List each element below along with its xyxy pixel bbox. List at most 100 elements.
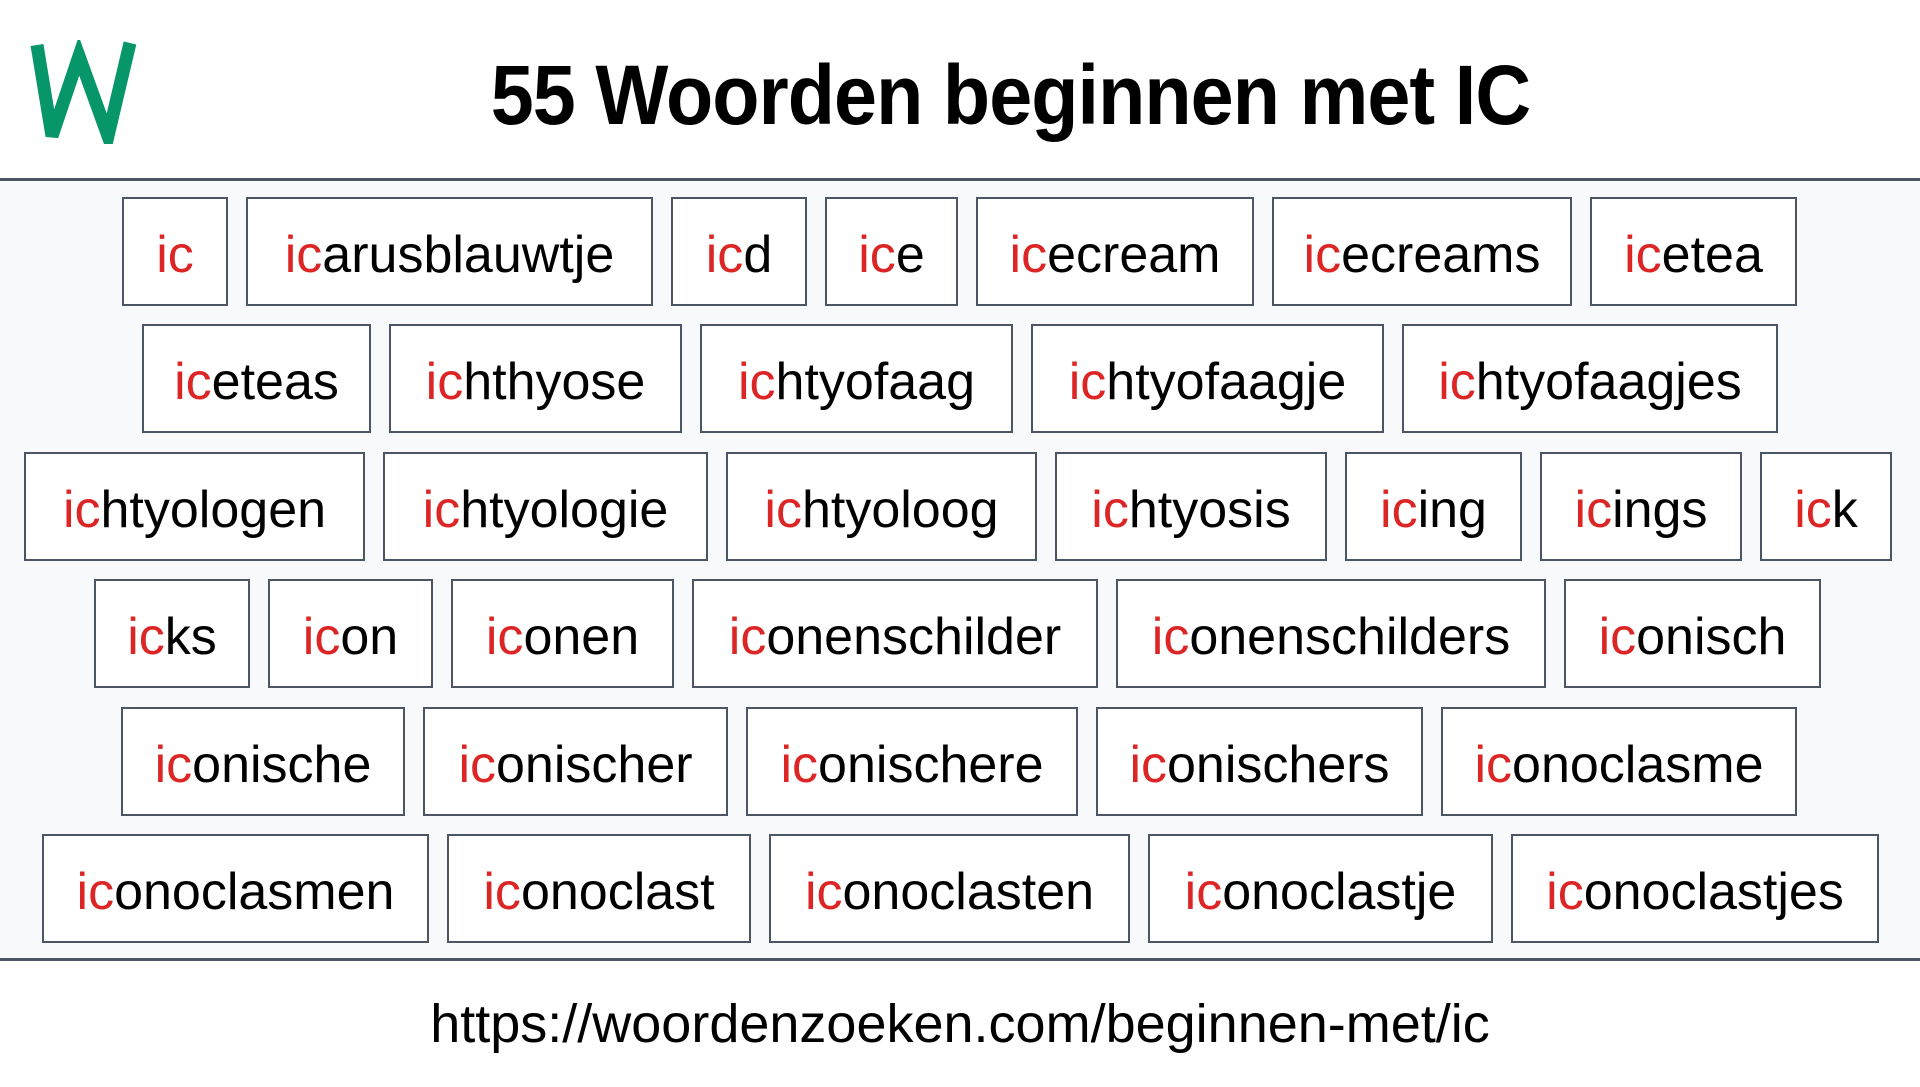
word-suffix: d bbox=[743, 225, 773, 284]
word-item[interactable]: ic d bbox=[671, 197, 807, 306]
word-suffix: onen bbox=[523, 607, 640, 666]
word-suffix: ecream bbox=[1047, 225, 1221, 284]
word-item[interactable]: ic eteas bbox=[142, 324, 371, 433]
word-item[interactable]: ic onische bbox=[121, 707, 405, 816]
word-suffix: hthyose bbox=[463, 352, 646, 411]
word-suffix: htyofaagjes bbox=[1475, 352, 1742, 411]
word-item[interactable]: ic e bbox=[825, 197, 958, 306]
word-prefix: ic bbox=[858, 225, 896, 284]
word-item[interactable]: ic htyoloog bbox=[726, 452, 1037, 561]
word-prefix: ic bbox=[127, 607, 165, 666]
word-item[interactable]: ic htyologie bbox=[383, 452, 708, 561]
word-item[interactable]: ic etea bbox=[1590, 197, 1797, 306]
word-item[interactable]: ic onisch bbox=[1564, 579, 1821, 688]
word-item[interactable]: ic htyofaagjes bbox=[1402, 324, 1778, 433]
word-suffix: onoclasme bbox=[1512, 735, 1764, 794]
word-prefix: ic bbox=[458, 735, 496, 794]
word-item[interactable]: ic hthyose bbox=[389, 324, 682, 433]
word-prefix: ic bbox=[728, 607, 767, 666]
word-prefix: ic bbox=[804, 862, 843, 921]
word-prefix: ic bbox=[154, 735, 193, 794]
word-prefix: ic bbox=[485, 607, 524, 666]
word-prefix: ic bbox=[483, 862, 521, 921]
word-item[interactable]: ic onoclasme bbox=[1441, 707, 1797, 816]
word-item[interactable]: ic onoclasten bbox=[769, 834, 1130, 943]
word-prefix: ic bbox=[1624, 225, 1662, 284]
word-suffix: on bbox=[340, 607, 399, 666]
word-suffix: arusblauwtje bbox=[322, 225, 615, 284]
word-suffix: onenschilder bbox=[766, 607, 1062, 666]
word-suffix: htyofaagje bbox=[1106, 352, 1347, 411]
word-item[interactable]: ic k bbox=[1760, 452, 1892, 561]
word-item[interactable]: ic onoclastjes bbox=[1511, 834, 1879, 943]
word-prefix: ic bbox=[156, 225, 194, 284]
word-item[interactable]: ic ings bbox=[1540, 452, 1742, 561]
word-suffix: ings bbox=[1612, 480, 1708, 539]
word-prefix: ic bbox=[76, 862, 115, 921]
footer: https://woordenzoeken.com/beginnen-met/i… bbox=[0, 961, 1920, 1080]
word-prefix: ic bbox=[1794, 480, 1832, 539]
word-prefix: ic bbox=[1068, 352, 1107, 411]
word-prefix: ic bbox=[1009, 225, 1048, 284]
word-item[interactable]: ic onoclastje bbox=[1148, 834, 1493, 943]
word-item[interactable]: ic ks bbox=[94, 579, 250, 688]
word-suffix: htyofaag bbox=[775, 352, 976, 411]
word-prefix: ic bbox=[1438, 352, 1476, 411]
word-prefix: ic bbox=[1546, 862, 1584, 921]
page-header: 55 Woorden beginnen met IC bbox=[0, 0, 1920, 178]
word-suffix: eteas bbox=[211, 352, 339, 411]
word-prefix: ic bbox=[1151, 607, 1190, 666]
word-suffix: onischer bbox=[496, 735, 693, 794]
word-suffix: e bbox=[895, 225, 925, 284]
page-title: 55 Woorden beginnen met IC bbox=[490, 48, 1531, 142]
word-item[interactable]: ic onischers bbox=[1096, 707, 1423, 816]
word-suffix: onoclast bbox=[520, 862, 715, 921]
word-suffix: onoclasmen bbox=[114, 862, 395, 921]
word-item[interactable]: ic bbox=[122, 197, 228, 306]
word-suffix: htyologen bbox=[100, 480, 327, 539]
word-suffix: onenschilders bbox=[1189, 607, 1511, 666]
word-suffix: k bbox=[1831, 480, 1858, 539]
word-item[interactable]: ic ing bbox=[1345, 452, 1522, 561]
word-suffix: htyologie bbox=[460, 480, 669, 539]
word-prefix: ic bbox=[62, 480, 101, 539]
word-suffix: ks bbox=[164, 607, 217, 666]
word-suffix: ing bbox=[1417, 480, 1487, 539]
word-item[interactable]: ic onenschilder bbox=[692, 579, 1098, 688]
word-suffix: etea bbox=[1661, 225, 1763, 284]
word-prefix: ic bbox=[1574, 480, 1613, 539]
word-suffix: onisch bbox=[1636, 607, 1787, 666]
word-item[interactable]: ic htyofaag bbox=[700, 324, 1013, 433]
word-item[interactable]: ic ecream bbox=[976, 197, 1254, 306]
word-prefix: ic bbox=[1380, 480, 1418, 539]
word-item[interactable]: ic arusblauwtje bbox=[246, 197, 653, 306]
word-prefix: ic bbox=[302, 607, 341, 666]
word-item[interactable]: ic ecreams bbox=[1272, 197, 1572, 306]
word-prefix: ic bbox=[284, 225, 323, 284]
word-item[interactable]: ic onenschilders bbox=[1116, 579, 1546, 688]
word-item[interactable]: ic onoclasmen bbox=[42, 834, 429, 943]
word-prefix: ic bbox=[705, 225, 744, 284]
word-item[interactable]: ic htyosis bbox=[1055, 452, 1327, 561]
word-prefix: ic bbox=[1474, 735, 1513, 794]
word-item[interactable]: ic onischer bbox=[423, 707, 728, 816]
word-item[interactable]: ic onischere bbox=[746, 707, 1078, 816]
word-item[interactable]: ic onoclast bbox=[447, 834, 751, 943]
word-suffix: onoclastje bbox=[1222, 862, 1457, 921]
word-prefix: ic bbox=[780, 735, 819, 794]
word-prefix: ic bbox=[174, 352, 212, 411]
word-suffix: onoclasten bbox=[842, 862, 1095, 921]
word-prefix: ic bbox=[1184, 862, 1223, 921]
word-prefix: ic bbox=[764, 480, 802, 539]
word-prefix: ic bbox=[1598, 607, 1637, 666]
word-item[interactable]: ic on bbox=[268, 579, 433, 688]
footer-url[interactable]: https://woordenzoeken.com/beginnen-met/i… bbox=[430, 994, 1490, 1054]
word-prefix: ic bbox=[425, 352, 464, 411]
word-prefix: ic bbox=[737, 352, 776, 411]
word-item[interactable]: ic onen bbox=[451, 579, 674, 688]
word-list: ic ic arusblauwtje ic d ic e ic ecream ic ecreams i… bbox=[0, 181, 1920, 959]
word-item[interactable]: ic htyologen bbox=[24, 452, 365, 561]
word-item[interactable]: ic htyofaagje bbox=[1031, 324, 1384, 433]
word-prefix: ic bbox=[422, 480, 461, 539]
word-suffix: onoclastjes bbox=[1583, 862, 1844, 921]
